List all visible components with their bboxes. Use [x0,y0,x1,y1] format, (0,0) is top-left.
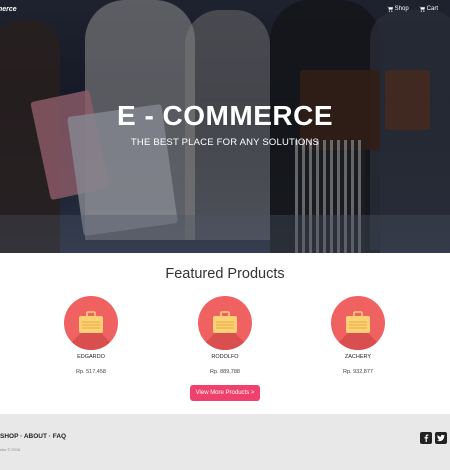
footer: SHOP · ABOUT · FAQ ulio © 2016 [0,414,450,470]
brand-logo[interactable]: merce [0,6,17,13]
shopping-cart-icon [386,6,393,12]
hero-section: merce Shop Cart E - COMMERCE THE BEST PL… [0,0,450,253]
facebook-icon [424,434,429,442]
view-more-products-button[interactable]: View More Products > [190,385,260,401]
briefcase-icon [79,311,103,333]
product-image[interactable] [198,296,252,350]
nav-cart-link[interactable]: Cart [418,6,438,12]
product-image[interactable] [64,296,118,350]
hero-title: E - COMMERCE [117,100,333,131]
facebook-link[interactable] [420,432,432,444]
featured-products-title: Featured Products [165,266,285,282]
briefcase-icon [213,311,237,333]
product-name[interactable]: ZACHERY [313,354,403,360]
footer-copyright: ulio © 2016 [0,447,21,452]
top-nav: Shop Cart [386,6,438,12]
nav-cart-label: Cart [426,6,438,12]
nav-shop-label: Shop [394,6,409,12]
product-image[interactable] [331,296,385,350]
footer-links[interactable]: SHOP · ABOUT · FAQ [0,433,66,440]
product-card[interactable]: RODOLFO Rp. 889,788 [180,296,270,375]
product-name[interactable]: RODOLFO [180,354,270,360]
twitter-link[interactable] [435,432,447,444]
nav-shop-link[interactable]: Shop [386,6,409,12]
product-price: Rp. 889,788 [210,369,240,375]
product-price: Rp. 517,458 [76,369,106,375]
product-price: Rp. 932,877 [343,369,373,375]
hero-subtitle: THE BEST PLACE FOR ANY SOLUTIONS [130,137,320,148]
product-card[interactable]: EDGARDO Rp. 517,458 [46,296,136,375]
briefcase-icon [346,311,370,333]
shopping-cart-icon [418,6,425,12]
twitter-icon [437,434,445,442]
product-card[interactable]: ZACHERY Rp. 932,877 [313,296,403,375]
product-name[interactable]: EDGARDO [46,354,136,360]
